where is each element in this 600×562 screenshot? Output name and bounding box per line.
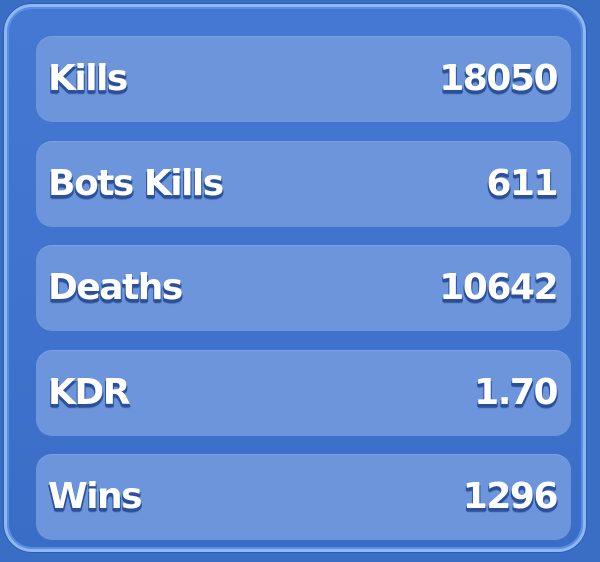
stat-value: 18050: [439, 58, 558, 99]
stats-panel: Kills 18050 Bots Kills 611 Deaths 10642 …: [4, 4, 586, 552]
stat-row-wins: Wins 1296: [36, 454, 571, 540]
stat-label: Bots Kills: [48, 162, 224, 204]
stat-label: Wins: [48, 476, 143, 517]
stat-label: Kills: [48, 58, 128, 99]
stat-value: 1.70: [474, 371, 558, 413]
stat-value: 10642: [439, 267, 558, 308]
stat-row-kdr: KDR 1.70: [36, 349, 571, 436]
stat-label: Deaths: [48, 267, 183, 308]
stat-label: KDR: [48, 371, 131, 413]
stat-row-deaths: Deaths 10642: [36, 245, 571, 331]
stat-row-bots-kills: Bots Kills 611: [36, 140, 571, 227]
stat-value: 611: [486, 162, 558, 204]
stat-row-kills: Kills 18050: [36, 36, 571, 122]
stats-list: Kills 18050 Bots Kills 611 Deaths 10642 …: [36, 36, 571, 559]
stat-value: 1296: [462, 476, 559, 517]
